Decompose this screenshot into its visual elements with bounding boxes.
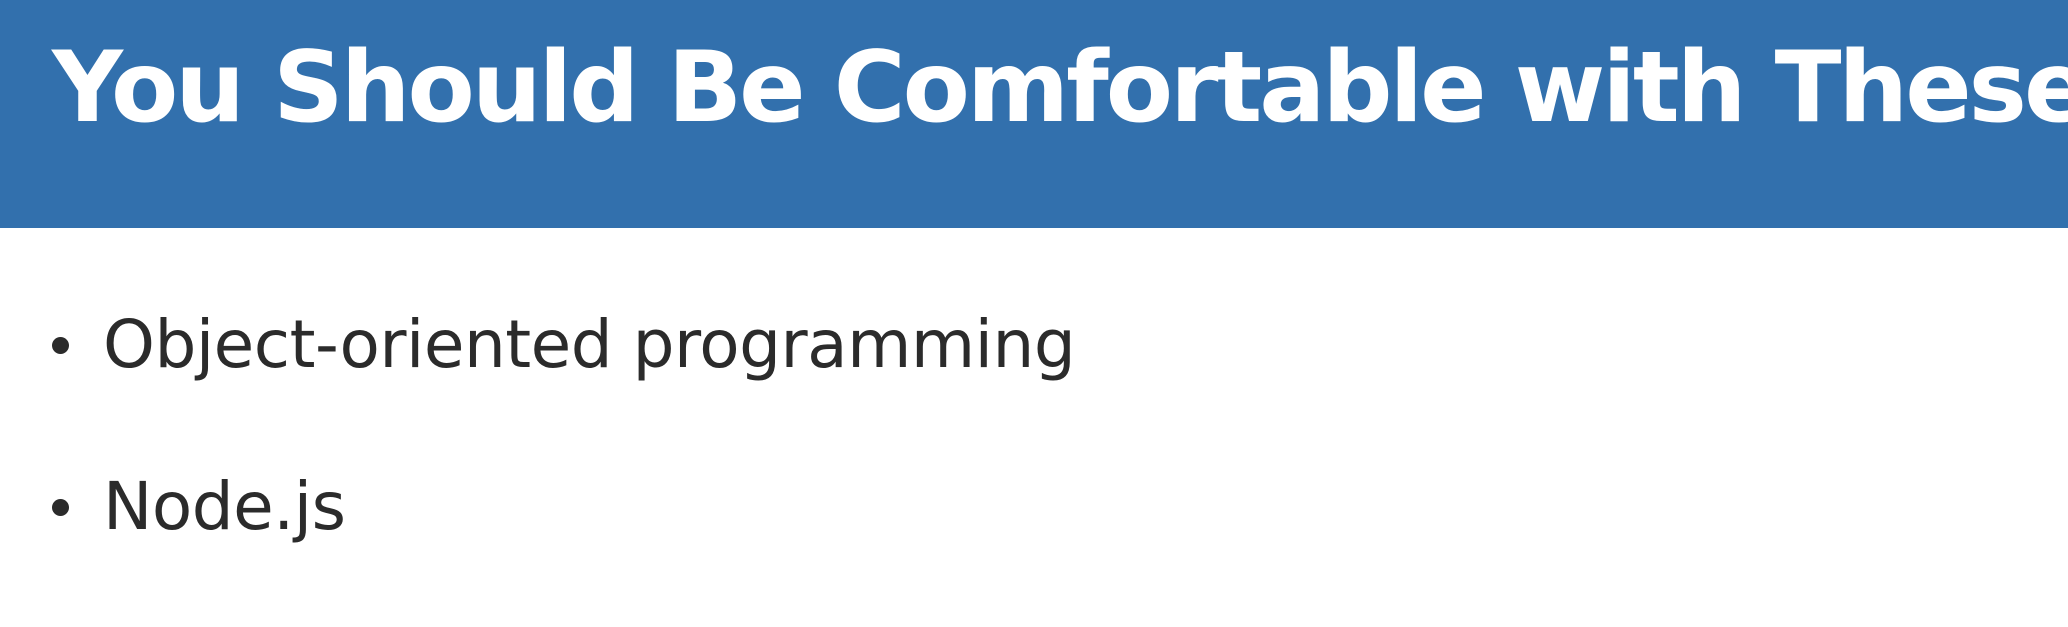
slide: You Should Be Comfortable with These Obj… [0,0,2068,627]
slide-title: You Should Be Comfortable with These [52,31,2068,145]
bullet-list: Object-oriented programming Node.js [52,290,1076,614]
bullet-label: Node.js [103,468,346,545]
title-banner: You Should Be Comfortable with These [0,0,2068,228]
bullet-icon [52,498,69,516]
list-item: Node.js [52,452,1075,562]
bullet-icon [52,336,69,354]
bullet-label: Object-oriented programming [103,306,1076,383]
list-item: Object-oriented programming [52,290,1076,400]
